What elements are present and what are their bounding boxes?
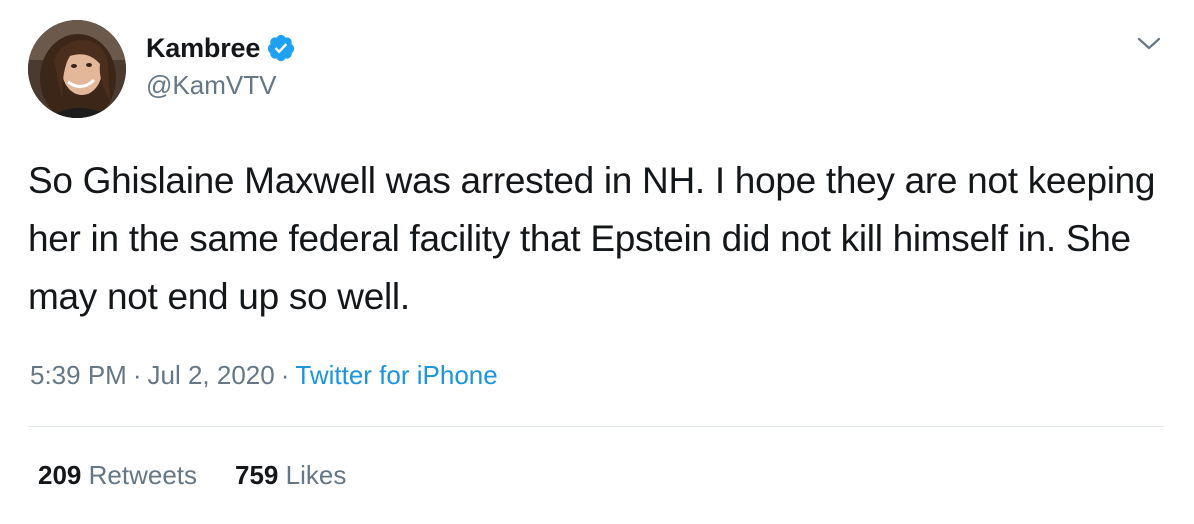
tweet-date[interactable]: Jul 2, 2020 — [148, 360, 275, 390]
retweets-label: Retweets — [88, 460, 198, 490]
tweet-time[interactable]: 5:39 PM — [30, 360, 127, 390]
chevron-down-icon[interactable] — [1134, 32, 1164, 56]
tweet-card: Kambree @KamVTV So Ghislaine Maxwell was… — [0, 0, 1194, 524]
author-handle[interactable]: @KamVTV — [146, 70, 276, 101]
retweets-stat[interactable]: 209 Retweets — [38, 460, 197, 490]
tweet-source-link[interactable]: Twitter for iPhone — [295, 360, 497, 390]
divider — [28, 426, 1164, 427]
tweet-metadata: 5:39 PM · Jul 2, 2020 · Twitter for iPhone — [30, 360, 498, 391]
meta-separator: · — [132, 360, 142, 390]
verified-badge-icon — [266, 33, 296, 63]
avatar[interactable] — [28, 20, 126, 118]
author-name-row[interactable]: Kambree — [146, 30, 296, 66]
meta-separator: · — [280, 360, 290, 390]
likes-stat[interactable]: 759 Likes — [235, 460, 346, 490]
author-display-name[interactable]: Kambree — [146, 33, 260, 64]
likes-label: Likes — [285, 460, 347, 490]
profile-photo — [28, 20, 126, 118]
tweet-text: So Ghislaine Maxwell was arrested in NH.… — [28, 160, 1156, 317]
likes-count: 759 — [235, 460, 279, 490]
retweets-count: 209 — [38, 460, 82, 490]
tweet-stats: 209 Retweets 759 Likes — [38, 460, 384, 491]
